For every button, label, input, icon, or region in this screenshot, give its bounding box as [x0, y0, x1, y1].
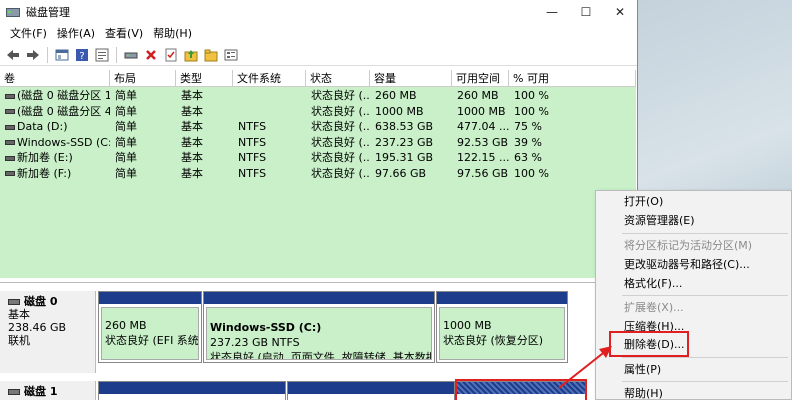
table-row[interactable]: (磁盘 0 磁盘分区 1) 简单 基本 状态良好 (... 260 MB 260… — [0, 88, 636, 104]
pointer-arrow-icon — [558, 346, 612, 389]
partition-bar — [204, 292, 434, 304]
col-header-layout[interactable]: 布局 — [110, 70, 176, 87]
menu-item-mark-active[interactable]: 将分区标记为活动分区(M) — [624, 238, 752, 254]
volume-icon — [5, 171, 15, 176]
title-bar: 磁盘管理 — ☐ ✕ — [0, 0, 637, 24]
col-header-capacity[interactable]: 容量 — [370, 70, 452, 87]
table-row[interactable]: Data (D:) 简单 基本 NTFS 状态良好 (... 638.53 GB… — [0, 119, 636, 135]
toolbar-separator — [116, 46, 117, 63]
delete-volume-highlight — [609, 331, 689, 357]
disk-0-label[interactable]: 磁盘 0 基本 238.46 GB 联机 — [0, 291, 96, 373]
checklist-icon[interactable] — [161, 46, 180, 64]
volume-icon — [5, 155, 15, 161]
back-arrow-icon[interactable] — [3, 46, 22, 64]
menu-item-format[interactable]: 格式化(F)... — [624, 276, 682, 292]
menu-separator — [622, 233, 788, 234]
disk-1-partition[interactable] — [98, 381, 286, 400]
disk-1-partition[interactable] — [287, 381, 455, 400]
col-header-volume[interactable]: 卷 — [0, 70, 110, 87]
maximize-button[interactable]: ☐ — [569, 0, 603, 24]
partition-windows-ssd[interactable]: Windows-SSD (C:) 237.23 GB NTFS 状态良好 (启动… — [203, 291, 435, 363]
upload-folder-icon[interactable] — [181, 46, 200, 64]
table-row[interactable]: (磁盘 0 磁盘分区 4) 简单 基本 状态良好 (... 1000 MB 10… — [0, 104, 636, 120]
window-title: 磁盘管理 — [26, 6, 70, 19]
menu-item-help[interactable]: 帮助(H) — [624, 386, 663, 400]
close-button[interactable]: ✕ — [603, 0, 637, 24]
table-row[interactable]: 新加卷 (F:) 简单 基本 NTFS 状态良好 (... 97.66 GB 9… — [0, 166, 636, 182]
partition-recovery[interactable]: 1000 MB 状态良好 (恢复分区) — [436, 291, 568, 363]
partition-efi[interactable]: 260 MB 状态良好 (EFI 系统分 — [98, 291, 202, 363]
volume-icon — [5, 124, 15, 130]
show-hide-console-icon[interactable] — [52, 46, 71, 64]
disk-icon — [8, 298, 20, 305]
disk-management-icon — [5, 4, 21, 20]
delete-icon[interactable] — [141, 46, 160, 64]
disk-1-label[interactable]: 磁盘 1 — [0, 381, 96, 400]
toolbar-separator — [47, 46, 48, 63]
properties-icon[interactable] — [92, 46, 111, 64]
connect-icon[interactable] — [121, 46, 140, 64]
volume-icon — [5, 109, 15, 114]
context-menu: 打开(O) 资源管理器(E) 将分区标记为活动分区(M) 更改驱动器号和路径(C… — [595, 190, 792, 400]
menu-view[interactable]: 查看(V) — [100, 24, 148, 44]
menu-action[interactable]: 操作(A) — [52, 24, 100, 44]
partition-bar — [99, 292, 201, 304]
view-list-icon[interactable] — [221, 46, 240, 64]
menu-separator — [622, 357, 788, 358]
col-header-filesystem[interactable]: 文件系统 — [233, 70, 306, 87]
menu-item-properties[interactable]: 属性(P) — [624, 362, 661, 378]
help-icon[interactable]: ? — [72, 46, 91, 64]
menu-file[interactable]: 文件(F) — [5, 24, 52, 44]
col-header-free-space[interactable]: 可用空间 — [452, 70, 509, 87]
col-header-status[interactable]: 状态 — [306, 70, 370, 87]
menu-item-open[interactable]: 打开(O) — [624, 194, 663, 210]
volume-icon — [5, 140, 15, 145]
partition-bar — [437, 292, 567, 304]
volume-icon — [5, 93, 15, 99]
table-row[interactable]: 新加卷 (E:) 简单 基本 NTFS 状态良好 (... 195.31 GB … — [0, 150, 636, 166]
disk-icon — [8, 388, 20, 395]
minimize-button[interactable]: — — [535, 0, 569, 24]
volume-list: 卷 布局 类型 文件系统 状态 容量 可用空间 % 可用 (磁盘 0 磁盘分区 … — [0, 70, 636, 278]
menu-item-explorer[interactable]: 资源管理器(E) — [624, 213, 695, 229]
col-header-type[interactable]: 类型 — [176, 70, 233, 87]
partition-bar — [288, 382, 454, 394]
disk-graphical-view: 磁盘 0 基本 238.46 GB 联机 260 MB 状态良好 (EFI 系统… — [0, 282, 636, 400]
forward-arrow-icon[interactable] — [23, 46, 42, 64]
menu-separator — [622, 381, 788, 382]
new-folder-icon[interactable] — [201, 46, 220, 64]
toolbar: ? — [0, 44, 637, 66]
menu-separator — [622, 295, 788, 296]
table-row[interactable]: Windows-SSD (C:) 简单 基本 NTFS 状态良好 (... 23… — [0, 135, 636, 151]
svg-text:?: ? — [79, 51, 84, 62]
col-header-percent-free[interactable]: % 可用 — [509, 70, 636, 87]
disk-management-window: 磁盘管理 — ☐ ✕ 文件(F) 操作(A) 查看(V) 帮助(H) ? 卷 布… — [0, 0, 638, 400]
menu-item-change-drive-letter[interactable]: 更改驱动器号和路径(C)... — [624, 257, 750, 273]
menu-bar: 文件(F) 操作(A) 查看(V) 帮助(H) — [0, 24, 637, 44]
menu-help[interactable]: 帮助(H) — [148, 24, 197, 44]
partition-bar — [99, 382, 285, 394]
menu-item-extend-volume[interactable]: 扩展卷(X)... — [624, 300, 684, 316]
